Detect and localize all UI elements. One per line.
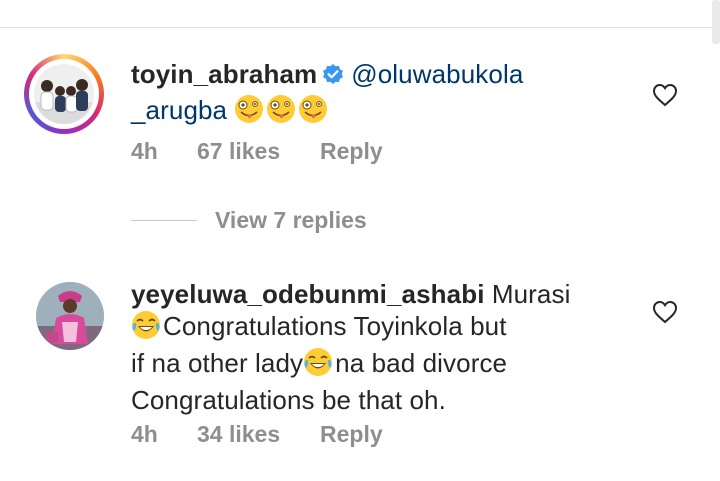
username[interactable]: toyin_abraham [131,59,317,89]
tears-of-joy-emoji-icon [303,347,333,384]
comment-text-line: Congratulations Toyinkola but [163,311,507,341]
comment-meta: 4h 34 likes Reply [131,421,383,448]
zany-face-emoji-icon [298,94,328,131]
likes-count[interactable]: 67 likes [197,138,320,165]
tears-of-joy-emoji-icon [131,310,161,347]
zany-face-emoji-icon [266,94,296,131]
avatar[interactable] [36,282,104,350]
avatar-story-ring[interactable] [24,54,104,134]
timestamp: 4h [131,138,158,164]
replies-divider [131,219,197,221]
likes-count[interactable]: 34 likes [197,421,320,448]
comment-text-line: Congratulations be that oh. [131,385,446,415]
timestamp: 4h [131,421,158,447]
mention-link-continued[interactable]: _arugba [131,95,227,125]
reply-button[interactable]: Reply [320,421,383,448]
like-heart-icon[interactable] [652,83,678,107]
comment-body: yeyeluwa_odebunmi_ashabi Murasi Congratu… [131,278,570,416]
mention-link[interactable]: @oluwabukola [351,59,523,89]
scrollbar[interactable] [712,0,720,44]
username[interactable]: yeyeluwa_odebunmi_ashabi [131,279,485,309]
comment-meta: 4h 67 likes Reply [131,138,383,165]
comment-text-line: Murasi [491,279,571,309]
comment-text-line: na bad divorce [335,348,508,378]
comment-body: toyin_abraham @oluwabukola _arugba [131,58,523,131]
avatar [34,64,94,124]
comment-text-line: if na other lady [131,348,304,378]
view-replies-label[interactable]: View 7 replies [215,207,367,234]
top-divider [0,27,720,28]
reply-button[interactable]: Reply [320,138,383,165]
like-heart-icon[interactable] [652,300,678,324]
zany-face-emoji-icon [234,94,264,131]
verified-badge-icon [321,62,345,94]
view-replies-toggle[interactable]: View 7 replies [131,206,367,234]
